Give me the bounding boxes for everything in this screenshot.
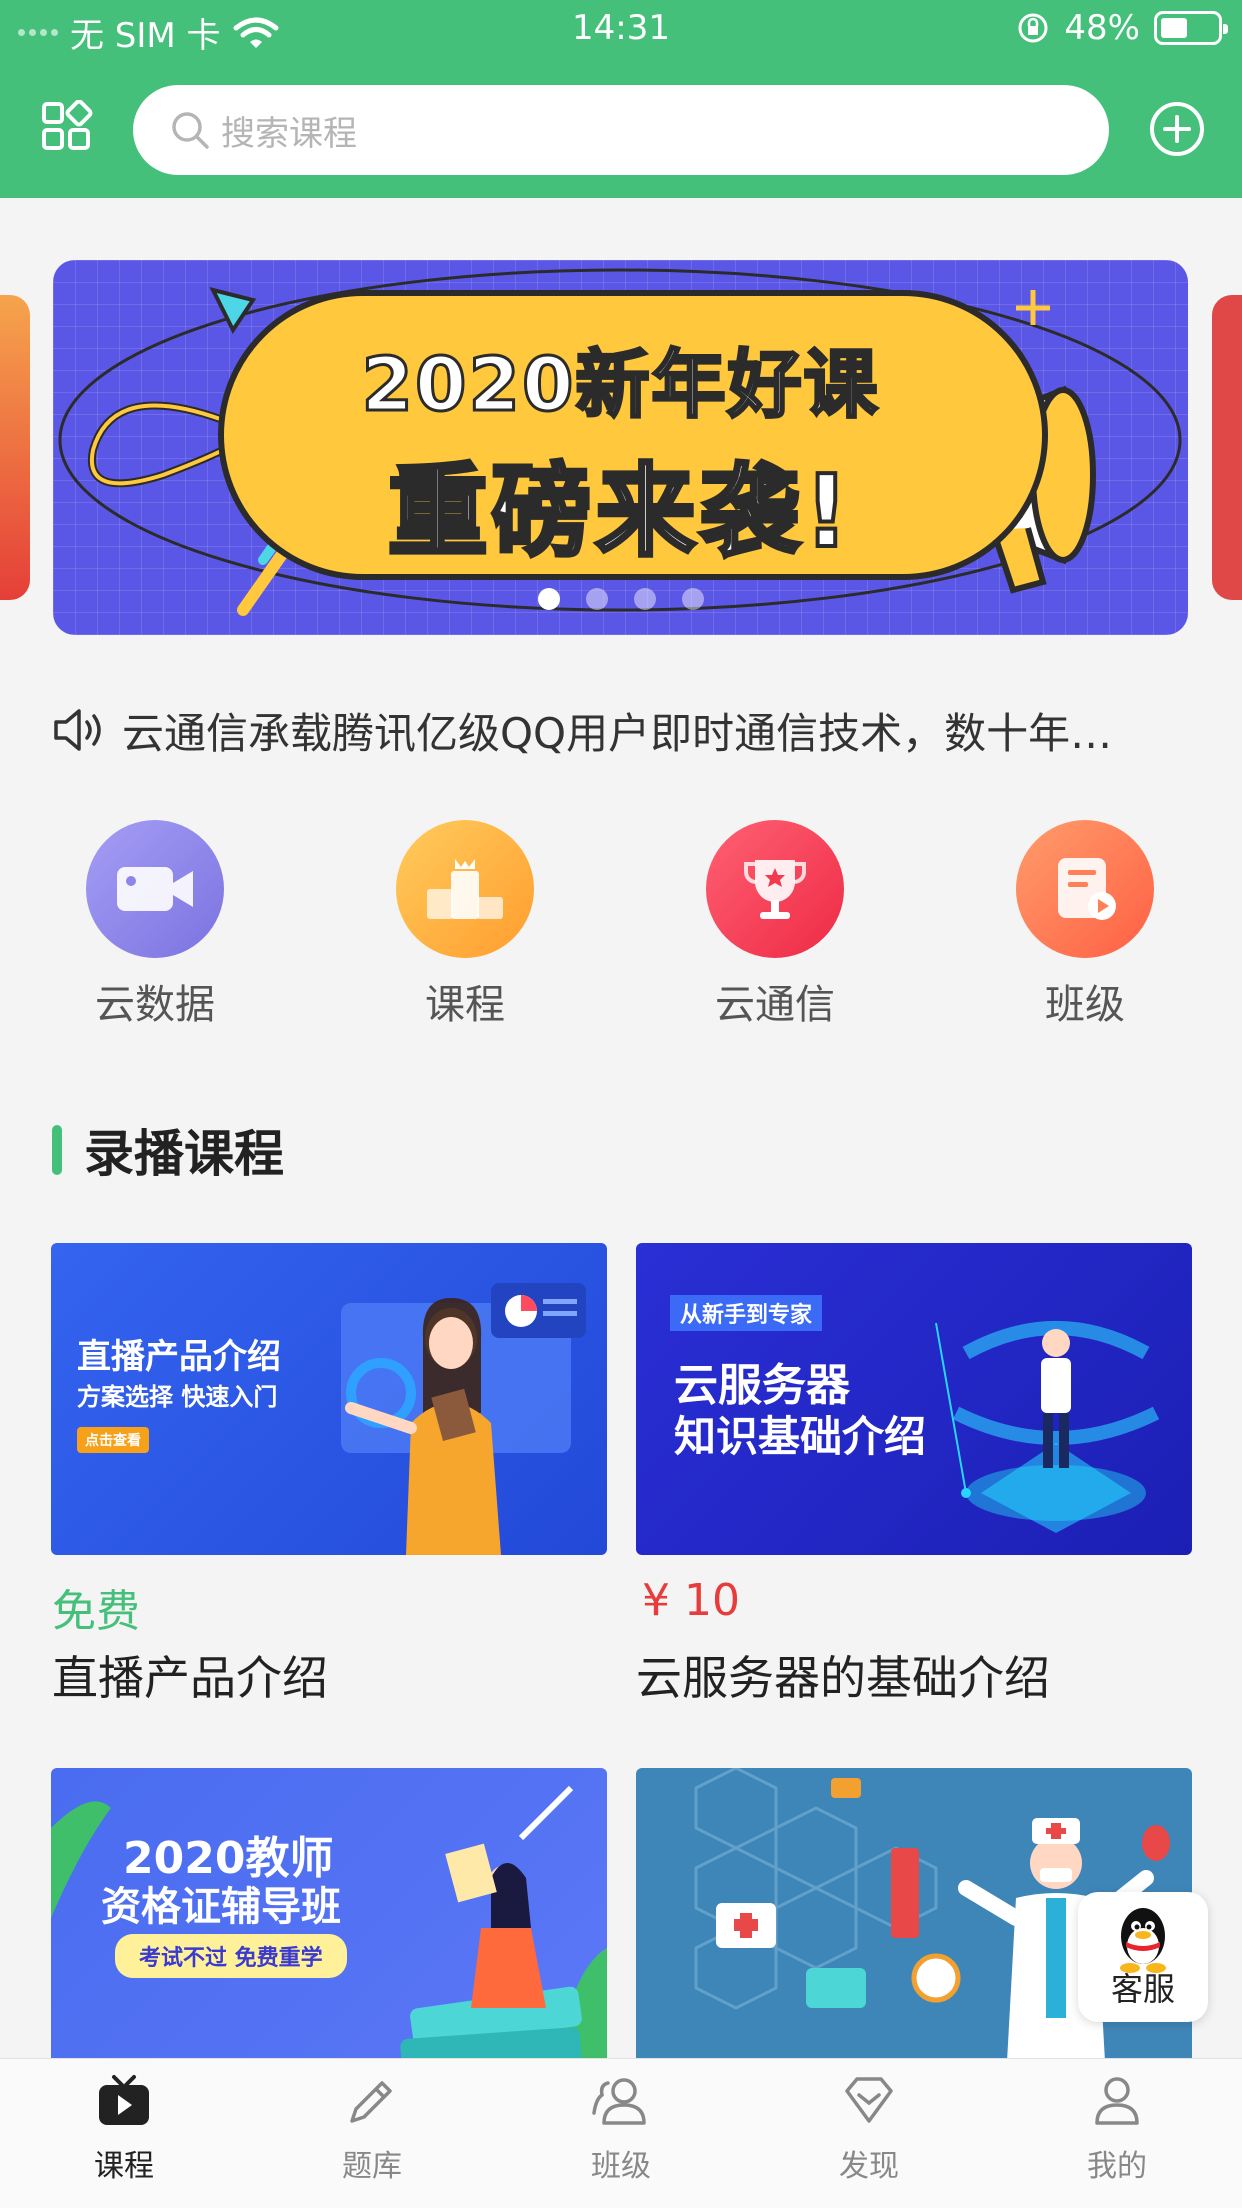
category-label: 云数据 (95, 982, 215, 1028)
tab-label: 课程 (94, 2149, 154, 2184)
cover-button: 点击查看 (77, 1427, 149, 1453)
battery-percent: 48% (1064, 8, 1140, 48)
tab-label: 发现 (839, 2149, 899, 2184)
app-screen: 无 SIM 卡 14:31 48% 搜索课程 2020新年好课 重磅来袭! 云通… (0, 0, 1242, 2208)
status-bar: 无 SIM 卡 14:31 48% (0, 0, 1242, 62)
user-icon (1095, 2077, 1139, 2125)
cover-headline: 直播产品介绍 (77, 1337, 281, 1377)
carousel-next-peek[interactable] (1212, 295, 1242, 600)
podium-icon (396, 820, 534, 958)
rotation-lock-icon (1018, 13, 1048, 43)
announcement-text: 云通信承载腾讯亿级QQ用户即时通信技术，数十年… (122, 708, 1113, 758)
customer-service-button[interactable]: 客服 (1078, 1892, 1208, 2022)
apps-grid-icon[interactable] (40, 99, 94, 158)
announcement-bar[interactable]: 云通信承载腾讯亿级QQ用户即时通信技术，数十年… (52, 700, 1192, 760)
tab-discover[interactable]: 发现 (769, 2073, 969, 2185)
category-label: 课程 (425, 982, 505, 1028)
group-icon (592, 2078, 646, 2125)
category-cloud-comm[interactable]: 云通信 (655, 820, 895, 1030)
cover-subtitle: 方案选择 快速入门 (77, 1383, 278, 1411)
course-title-2[interactable]: 云服务器的基础介绍 (636, 1642, 1050, 1708)
section-title: 录播课程 (52, 1120, 284, 1183)
tab-question-bank[interactable]: 题库 (272, 2073, 472, 2185)
pencil-icon (350, 2081, 392, 2123)
tab-courses[interactable]: 课程 (24, 2073, 224, 2185)
cover-tag: 从新手到专家 (670, 1295, 823, 1331)
category-cloud-data[interactable]: 云数据 (35, 820, 275, 1030)
tv-play-icon (99, 2075, 149, 2125)
category-label: 班级 (1045, 982, 1125, 1028)
category-course[interactable]: 课程 (345, 820, 585, 1030)
search-placeholder: 搜索课程 (221, 113, 357, 154)
carousel-prev-peek[interactable] (0, 295, 30, 600)
carousel-dot[interactable] (585, 588, 608, 610)
course-price-1: 免费 (52, 1586, 140, 1637)
tab-mine[interactable]: 我的 (1017, 2073, 1217, 2185)
document-play-icon (1016, 820, 1154, 958)
course-cover-3[interactable]: 2020教师 资格证辅导班 考试不过 免费重学 (51, 1768, 607, 2080)
tab-label: 题库 (342, 2149, 402, 2184)
carousel-indicator (53, 588, 1188, 610)
cover-pill: 考试不过 免费重学 (115, 1934, 347, 1978)
carousel-dot[interactable] (537, 588, 560, 610)
tab-label: 我的 (1087, 2149, 1147, 2184)
course-cover-2[interactable]: 从新手到专家 云服务器 知识基础介绍 (636, 1243, 1192, 1555)
category-label: 云通信 (715, 982, 835, 1028)
banner-subheadline: 重磅来袭! (386, 451, 854, 572)
search-icon (172, 112, 209, 149)
speaker-icon (54, 709, 101, 751)
category-grid: 云数据 课程 云通信 班级 (0, 820, 1242, 1040)
search-input[interactable]: 搜索课程 (133, 85, 1109, 175)
tab-class[interactable]: 班级 (521, 2073, 721, 2185)
add-circle-icon[interactable] (1148, 100, 1206, 162)
video-camera-icon (86, 820, 224, 958)
carousel-dot[interactable] (633, 588, 656, 610)
section-accent-bar (52, 1125, 62, 1175)
battery-icon (1154, 11, 1228, 45)
section-title-text: 录播课程 (84, 1125, 284, 1183)
banner-carousel[interactable]: 2020新年好课 重磅来袭! (53, 260, 1188, 635)
bottom-tab-bar: 课程 题库 班级 发现 我的 (0, 2058, 1242, 2208)
customer-service-label: 客服 (1110, 1970, 1175, 2008)
course-price-2: ¥ 10 (642, 1575, 740, 1626)
carousel-dot[interactable] (681, 588, 704, 610)
cover-headline-2: 知识基础介绍 (674, 1412, 927, 1461)
course-title-1[interactable]: 直播产品介绍 (52, 1642, 328, 1708)
category-class[interactable]: 班级 (965, 820, 1205, 1030)
top-header: 无 SIM 卡 14:31 48% 搜索课程 (0, 0, 1242, 198)
diamond-icon (845, 2077, 893, 2123)
course-cover-1[interactable]: 直播产品介绍 方案选择 快速入门 点击查看 (51, 1243, 607, 1555)
trophy-icon (706, 820, 844, 958)
banner-headline: 2020新年好课 (360, 341, 880, 430)
cover-headline-2: 资格证辅导班 (101, 1884, 341, 1930)
tab-label: 班级 (591, 2149, 651, 2184)
